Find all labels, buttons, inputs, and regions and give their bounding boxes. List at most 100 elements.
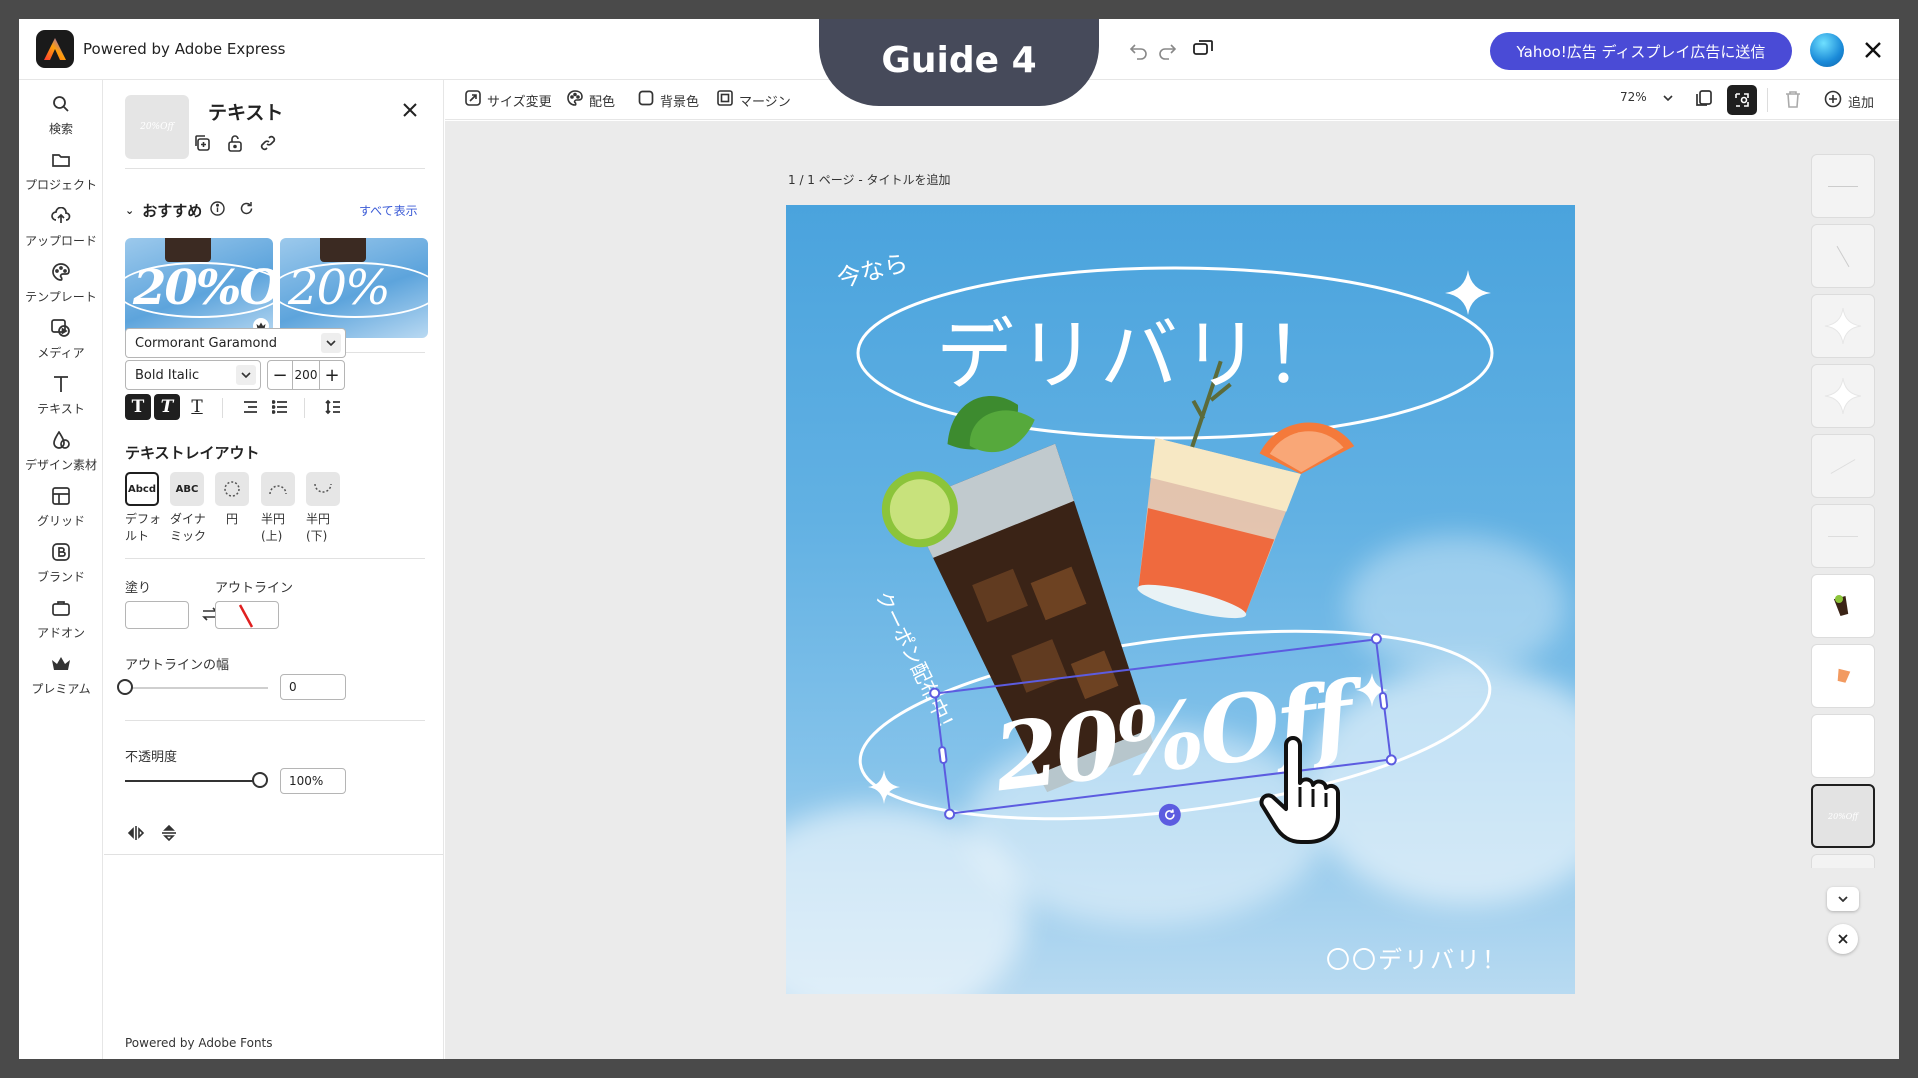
- panel-close-icon[interactable]: [398, 98, 422, 122]
- layer-thumbnail[interactable]: [1811, 294, 1875, 358]
- zoom-select[interactable]: 72%: [1620, 90, 1673, 104]
- layout-circle-option[interactable]: [215, 472, 249, 506]
- see-all-link[interactable]: すべて表示: [359, 202, 418, 219]
- recommended-label: おすすめ: [142, 202, 203, 220]
- rail-item-design-assets[interactable]: デザイン素材: [19, 428, 103, 488]
- rail-item-addons[interactable]: アドオン: [19, 596, 103, 656]
- list-icon[interactable]: [267, 394, 293, 420]
- font-style-select[interactable]: Bold Italic: [125, 360, 261, 390]
- increase-size-button[interactable]: +: [320, 361, 344, 389]
- resize-handle[interactable]: [928, 686, 941, 700]
- font-size-value[interactable]: 200: [292, 361, 320, 389]
- rail-item-grid[interactable]: グリッド: [19, 484, 103, 544]
- opacity-slider-knob[interactable]: [252, 772, 268, 788]
- rail-item-search[interactable]: 検索: [19, 92, 103, 152]
- fill-color-swatch[interactable]: [125, 601, 189, 629]
- layer-thumbnail[interactable]: [1811, 434, 1875, 498]
- underline-toggle[interactable]: T: [184, 394, 210, 420]
- align-right-icon[interactable]: [237, 394, 263, 420]
- background-color-button[interactable]: 背景色: [638, 90, 699, 110]
- footer-text[interactable]: 〇〇デリバリ！: [1326, 940, 1508, 975]
- chevron-down-icon: [321, 333, 341, 353]
- add-button[interactable]: 追加: [1824, 90, 1874, 112]
- pages-icon[interactable]: [1695, 89, 1713, 107]
- chevron-down-icon: [1663, 90, 1673, 104]
- layer-thumbnail[interactable]: [1811, 364, 1875, 428]
- layer-thumbnail[interactable]: [1811, 714, 1875, 778]
- send-to-yahoo-button[interactable]: Yahoo!広告 ディスプレイ広告に送信: [1490, 32, 1792, 70]
- upload-icon: [49, 204, 73, 228]
- rail-item-templates[interactable]: テンプレート: [19, 260, 103, 320]
- flip-horizontal-icon[interactable]: [127, 825, 145, 845]
- outline-width-slider[interactable]: [125, 687, 268, 689]
- color-scheme-button[interactable]: 配色: [567, 90, 615, 110]
- unlock-icon[interactable]: [224, 132, 246, 154]
- palette-icon: [567, 90, 583, 110]
- decrease-size-button[interactable]: −: [268, 361, 292, 389]
- redo-icon[interactable]: [1154, 37, 1180, 63]
- layer-thumbnail[interactable]: [1811, 504, 1875, 568]
- divider: [222, 398, 223, 418]
- line-spacing-icon[interactable]: [320, 394, 346, 420]
- layout-default-option[interactable]: Abcd: [125, 472, 159, 506]
- recommended-style-card[interactable]: 20%: [280, 238, 428, 338]
- layers-toggle-icon[interactable]: [1727, 85, 1757, 115]
- opacity-input[interactable]: 100%: [280, 768, 346, 794]
- layer-thumbnail[interactable]: [1811, 854, 1875, 868]
- layer-thumbnail[interactable]: [1811, 644, 1875, 708]
- rail-item-media[interactable]: メディア: [19, 316, 103, 376]
- close-layers-button[interactable]: [1828, 924, 1858, 954]
- refresh-icon[interactable]: [239, 201, 254, 220]
- rail-item-label: メディア: [37, 346, 85, 360]
- outline-color-swatch[interactable]: [215, 601, 279, 629]
- info-icon[interactable]: [210, 201, 225, 220]
- close-icon[interactable]: [1859, 36, 1887, 64]
- selected-element-thumbnail: 20%Off: [125, 95, 189, 159]
- layout-semicircle-bottom-option[interactable]: [306, 472, 340, 506]
- page-label[interactable]: 1 / 1 ページ - タイトルを追加: [788, 171, 950, 188]
- duplicate-icon[interactable]: [191, 132, 213, 154]
- scroll-down-button[interactable]: [1827, 887, 1859, 911]
- margin-button[interactable]: マージン: [717, 90, 791, 110]
- avatar[interactable]: [1810, 33, 1844, 67]
- thumb-line: [1836, 245, 1850, 267]
- rail-item-projects[interactable]: プロジェクト: [19, 148, 103, 208]
- layout-dynamic-option[interactable]: ABC: [170, 472, 204, 506]
- collapse-chevron-icon[interactable]: ⌄: [125, 204, 134, 217]
- opacity-slider[interactable]: [125, 780, 260, 782]
- font-family-select[interactable]: Cormorant Garamond: [125, 328, 346, 358]
- layout-semicircle-top-option[interactable]: [261, 472, 295, 506]
- delete-icon[interactable]: [1785, 90, 1801, 108]
- adobe-express-logo-icon[interactable]: [36, 30, 74, 68]
- side-handle[interactable]: [937, 745, 948, 765]
- italic-toggle[interactable]: T: [154, 394, 180, 420]
- divider: [125, 558, 425, 559]
- bold-toggle[interactable]: T: [125, 394, 151, 420]
- rail-item-brand[interactable]: ブランド: [19, 540, 103, 600]
- layer-thumbnail[interactable]: [1811, 224, 1875, 288]
- outline-width-slider-knob[interactable]: [117, 679, 133, 695]
- rail-item-text[interactable]: テキスト: [19, 372, 103, 432]
- resize-button[interactable]: サイズ変更: [465, 90, 552, 110]
- link-icon[interactable]: [257, 132, 279, 154]
- rail-item-upload[interactable]: アップロード: [19, 204, 103, 264]
- powered-by-adobe-fonts: Powered by Adobe Fonts: [125, 1036, 273, 1050]
- text-layout-title: テキストレイアウト: [125, 444, 260, 462]
- grid-icon: [49, 484, 73, 508]
- flip-vertical-icon[interactable]: [161, 824, 177, 846]
- layer-thumbnail[interactable]: [1811, 154, 1875, 218]
- thumb-line: [1830, 458, 1856, 474]
- resize-label: サイズ変更: [487, 94, 552, 110]
- card-glass-image: [320, 238, 366, 262]
- artboard[interactable]: 今なら デリバリ！ クーポン配布中！ 20%Off 〇〇デリバリ！: [786, 205, 1575, 994]
- undo-icon[interactable]: [1126, 37, 1152, 63]
- rail-item-premium[interactable]: プレミアム: [19, 652, 103, 712]
- layer-thumbnail[interactable]: [1811, 574, 1875, 638]
- outline-width-input[interactable]: 0: [280, 674, 346, 700]
- comment-icon[interactable]: [1190, 37, 1216, 63]
- layer-thumbnail-selected[interactable]: 20%Off: [1811, 784, 1875, 848]
- card-text: 20%Off: [133, 260, 273, 316]
- recommended-style-card[interactable]: 20%Off: [125, 238, 273, 338]
- folder-icon: [49, 148, 73, 172]
- headline-text[interactable]: デリバリ！: [936, 293, 1346, 405]
